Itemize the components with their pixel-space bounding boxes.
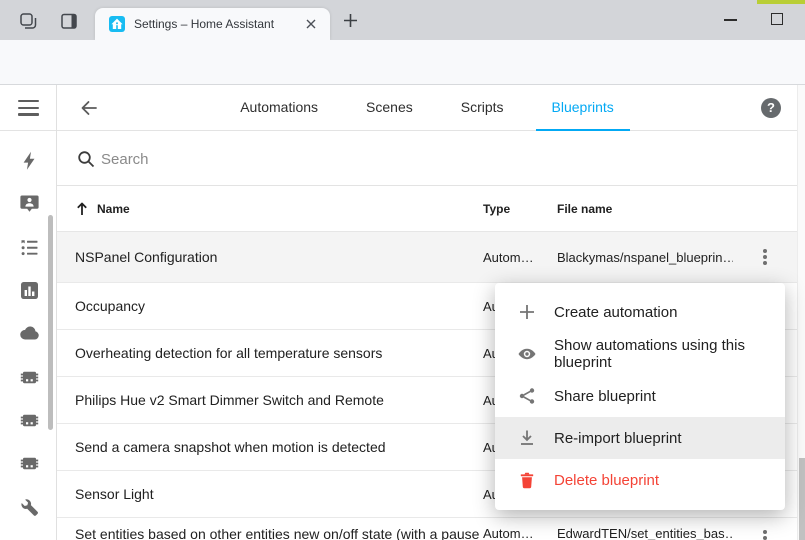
lightning-icon[interactable] [19, 150, 40, 171]
eye-icon [517, 344, 537, 364]
trash-icon [517, 470, 537, 490]
share-icon [517, 386, 537, 406]
column-header-file[interactable]: File name [557, 202, 733, 216]
row-overflow-menu-icon[interactable] [753, 526, 777, 540]
workspaces-icon[interactable] [18, 11, 38, 31]
wrench-icon[interactable] [19, 496, 40, 517]
list-icon[interactable] [19, 237, 40, 258]
table-row[interactable]: NSPanel Configuration Autom… Blackymas/n… [57, 232, 797, 283]
menu-item-delete-blueprint[interactable]: Delete blueprint [495, 459, 785, 501]
ha-header: Automations Scenes Scripts Blueprints ? [57, 85, 797, 131]
column-header-type[interactable]: Type [483, 202, 557, 216]
window-maximize-button[interactable] [771, 13, 783, 25]
tab-automations[interactable]: Automations [224, 85, 334, 131]
chart-box-icon[interactable] [19, 280, 40, 301]
tab-title: Settings – Home Assistant [134, 17, 302, 31]
hamburger-menu-icon[interactable] [18, 100, 39, 116]
search-placeholder: Search [101, 151, 149, 168]
menu-item-share-blueprint[interactable]: Share blueprint [495, 375, 785, 417]
home-assistant-favicon [109, 16, 125, 32]
download-icon [517, 428, 537, 448]
cloud-icon[interactable] [19, 323, 40, 344]
desktop-background-sliver [757, 0, 805, 4]
tab-actions-icon[interactable] [59, 11, 79, 31]
browser-toolbar: Not secure homeassistant.local:8123/... [0, 40, 805, 85]
search-field[interactable]: Search [57, 131, 797, 186]
ha-nav-tabs: Automations Scenes Scripts Blueprints [57, 85, 797, 131]
menu-item-create-automation[interactable]: Create automation [495, 291, 785, 333]
ha-sidebar [0, 85, 57, 540]
ha-sidebar-header [0, 85, 56, 131]
menu-item-show-automations[interactable]: Show automations using this blueprint [495, 333, 785, 375]
menu-item-reimport-blueprint[interactable]: Re-import blueprint [495, 417, 785, 459]
browser-tab-strip: Settings – Home Assistant [0, 0, 805, 40]
help-icon[interactable]: ? [761, 98, 781, 118]
sort-ascending-icon [75, 202, 89, 216]
page-scrollbar-thumb[interactable] [799, 458, 805, 540]
person-badge-icon[interactable] [19, 193, 40, 214]
browser-window: Settings – Home Assistant Not secure [0, 0, 805, 540]
tab-scripts[interactable]: Scripts [445, 85, 520, 131]
blueprint-context-menu: Create automation Show automations using… [495, 283, 785, 510]
chip-icon[interactable] [19, 453, 40, 474]
tab-scenes[interactable]: Scenes [350, 85, 429, 131]
page-scrollbar-track [797, 85, 805, 540]
table-row[interactable]: Set entities based on other entities new… [57, 518, 797, 540]
table-header: Name Type File name [57, 186, 797, 232]
search-icon [77, 150, 95, 168]
tab-blueprints[interactable]: Blueprints [536, 85, 630, 131]
row-overflow-menu-icon[interactable] [753, 245, 777, 269]
plus-icon [517, 302, 537, 322]
chip-icon[interactable] [19, 410, 40, 431]
tab-close-icon[interactable] [302, 15, 320, 33]
browser-tab-active[interactable]: Settings – Home Assistant [95, 8, 330, 40]
new-tab-button[interactable] [342, 12, 359, 29]
sidebar-scrollbar-thumb[interactable] [48, 215, 53, 430]
home-assistant-page: Automations Scenes Scripts Blueprints ? … [0, 85, 805, 540]
column-header-name[interactable]: Name [75, 202, 483, 216]
window-minimize-button[interactable] [724, 19, 737, 21]
chip-icon[interactable] [19, 367, 40, 388]
